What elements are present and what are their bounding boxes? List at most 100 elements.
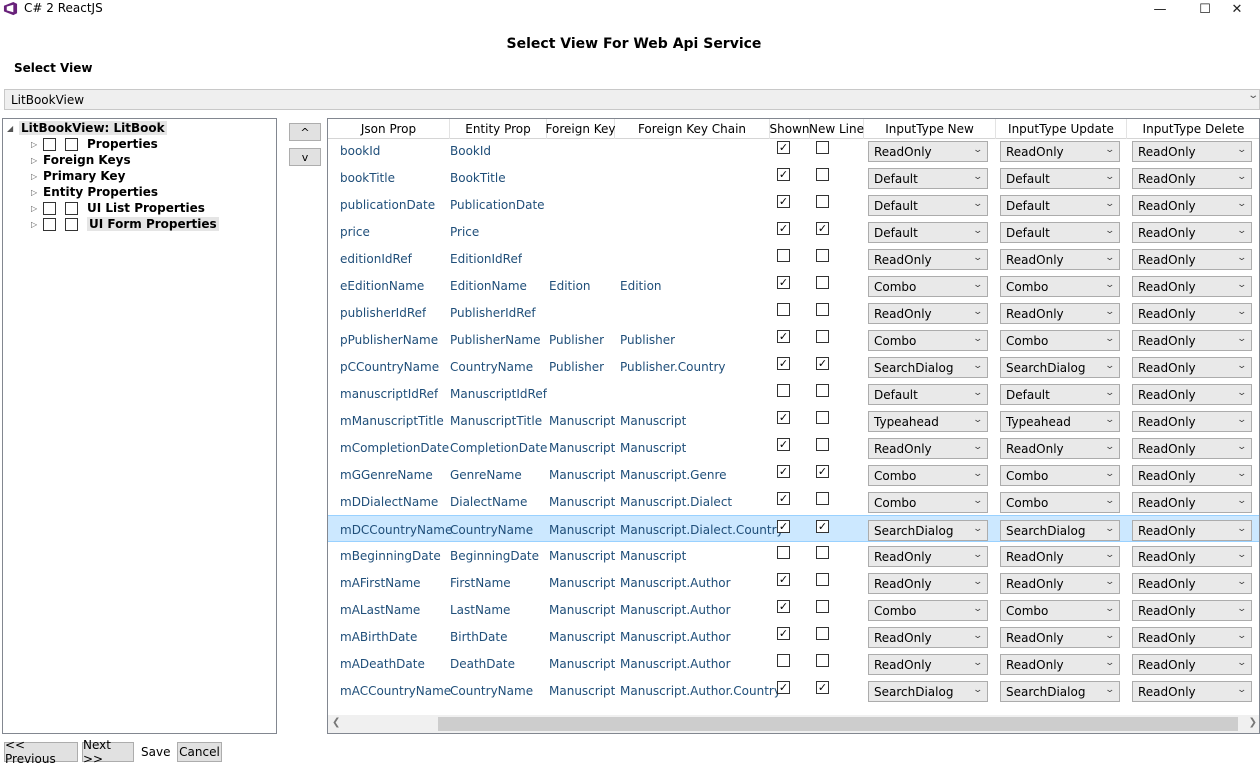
table-row[interactable]: mDCCountryName CountryName Manuscript Manus… — [328, 515, 1259, 542]
input-type-delete-select[interactable]: ReadOnly ⌄ — [1132, 222, 1252, 243]
input-type-delete-select[interactable]: ReadOnly ⌄ — [1132, 276, 1252, 297]
input-type-delete-select[interactable]: ReadOnly ⌄ — [1132, 627, 1252, 648]
input-type-new-select[interactable]: ReadOnly ⌄ — [868, 303, 988, 324]
column-header[interactable]: Entity Prop — [450, 119, 547, 139]
new-line-checkbox[interactable] — [816, 141, 829, 154]
new-line-checkbox[interactable] — [816, 249, 829, 262]
cancel-button[interactable]: Cancel — [177, 742, 222, 762]
input-type-new-select[interactable]: Default ⌄ — [868, 195, 988, 216]
tree-item-checkbox[interactable] — [65, 137, 78, 151]
new-line-checkbox[interactable] — [816, 546, 829, 559]
new-line-checkbox[interactable]: ✓ — [816, 357, 829, 370]
next-button[interactable]: Next >> — [82, 738, 134, 766]
input-type-update-select[interactable]: ReadOnly ⌄ — [1000, 573, 1120, 594]
input-type-update-select[interactable]: Default ⌄ — [1000, 195, 1120, 216]
table-row[interactable]: bookTitle BookTitle ✓ Default ⌄ Default ⌄ ReadO… — [328, 164, 1259, 191]
new-line-checkbox[interactable] — [816, 276, 829, 289]
tree-item[interactable]: ▷ Properties — [31, 136, 158, 152]
input-type-new-select[interactable]: ReadOnly ⌄ — [868, 573, 988, 594]
tree-item-checkbox[interactable] — [65, 201, 78, 215]
shown-checkbox[interactable] — [777, 384, 790, 397]
table-row[interactable]: price Price ✓ ✓ Default ⌄ Default ⌄ ReadOnly ⌄ — [328, 218, 1259, 245]
shown-checkbox[interactable] — [777, 249, 790, 262]
input-type-new-select[interactable]: ReadOnly ⌄ — [868, 438, 988, 459]
input-type-delete-select[interactable]: ReadOnly ⌄ — [1132, 141, 1252, 162]
tree-item-checkbox[interactable] — [65, 217, 78, 231]
table-row[interactable]: mGGenreName GenreName Manuscript Manuscript… — [328, 461, 1259, 488]
table-row[interactable]: mABirthDate BirthDate Manuscript Manuscript… — [328, 623, 1259, 650]
input-type-update-select[interactable]: ReadOnly ⌄ — [1000, 438, 1120, 459]
table-row[interactable]: publicationDate PublicationDate ✓ Default ⌄ D… — [328, 191, 1259, 218]
previous-button[interactable]: << Previous — [4, 738, 78, 766]
input-type-update-select[interactable]: ReadOnly ⌄ — [1000, 546, 1120, 567]
input-type-delete-select[interactable]: ReadOnly ⌄ — [1132, 600, 1252, 621]
column-header[interactable]: Shown — [770, 119, 810, 139]
table-row[interactable]: editionIdRef EditionIdRef ReadOnly ⌄ ReadOnl… — [328, 245, 1259, 272]
input-type-delete-select[interactable]: ReadOnly ⌄ — [1132, 546, 1252, 567]
shown-checkbox[interactable]: ✓ — [777, 492, 790, 505]
shown-checkbox[interactable]: ✓ — [777, 357, 790, 370]
tree-item[interactable]: ▷ Foreign Keys — [31, 152, 131, 168]
shown-checkbox[interactable]: ✓ — [777, 222, 790, 235]
table-row[interactable]: mACCountryName CountryName Manuscript Manus… — [328, 677, 1259, 704]
column-header[interactable]: Foreign Key Chain — [615, 119, 770, 139]
scroll-left-icon[interactable]: ❮ — [332, 717, 340, 728]
input-type-delete-select[interactable]: ReadOnly ⌄ — [1132, 492, 1252, 513]
tree-collapsed-arrow-icon[interactable]: ▷ — [31, 140, 43, 149]
input-type-new-select[interactable]: Combo ⌄ — [868, 600, 988, 621]
input-type-update-select[interactable]: SearchDialog ⌄ — [1000, 681, 1120, 702]
tree-collapsed-arrow-icon[interactable]: ▷ — [31, 204, 43, 213]
properties-grid[interactable]: Json Prop Entity Prop Foreign Key Foreign K… — [327, 118, 1260, 734]
new-line-checkbox[interactable] — [816, 600, 829, 613]
tree-item[interactable]: ▷ Entity Properties — [31, 184, 158, 200]
input-type-delete-select[interactable]: ReadOnly ⌄ — [1132, 681, 1252, 702]
table-row[interactable]: eEditionName EditionName Edition Edition ✓ Co… — [328, 272, 1259, 299]
input-type-new-select[interactable]: Default ⌄ — [868, 222, 988, 243]
move-down-button[interactable]: v — [289, 148, 321, 166]
tree-item[interactable]: ▷ Primary Key — [31, 168, 125, 184]
column-header[interactable]: InputType Update — [996, 119, 1127, 139]
new-line-checkbox[interactable] — [816, 330, 829, 343]
input-type-new-select[interactable]: Combo ⌄ — [868, 330, 988, 351]
shown-checkbox[interactable]: ✓ — [777, 627, 790, 640]
properties-tree[interactable]: ◢ LitBookView: LitBook ▷ Properties ▷ Forei… — [2, 118, 277, 734]
input-type-delete-select[interactable]: ReadOnly ⌄ — [1132, 573, 1252, 594]
input-type-delete-select[interactable]: ReadOnly ⌄ — [1132, 654, 1252, 675]
input-type-update-select[interactable]: SearchDialog ⌄ — [1000, 520, 1120, 541]
shown-checkbox[interactable]: ✓ — [777, 600, 790, 613]
table-row[interactable]: mManuscriptTitle ManuscriptTitle Manuscrip… — [328, 407, 1259, 434]
input-type-update-select[interactable]: Combo ⌄ — [1000, 600, 1120, 621]
input-type-delete-select[interactable]: ReadOnly ⌄ — [1132, 438, 1252, 459]
shown-checkbox[interactable]: ✓ — [777, 276, 790, 289]
input-type-update-select[interactable]: Typeahead ⌄ — [1000, 411, 1120, 432]
new-line-checkbox[interactable] — [816, 195, 829, 208]
input-type-delete-select[interactable]: ReadOnly ⌄ — [1132, 384, 1252, 405]
table-row[interactable]: pCCountryName CountryName Publisher Publish… — [328, 353, 1259, 380]
input-type-update-select[interactable]: Combo ⌄ — [1000, 330, 1120, 351]
shown-checkbox[interactable]: ✓ — [777, 330, 790, 343]
column-header[interactable]: Foreign Key — [546, 119, 616, 139]
shown-checkbox[interactable]: ✓ — [777, 195, 790, 208]
input-type-new-select[interactable]: Combo ⌄ — [868, 465, 988, 486]
input-type-new-select[interactable]: Combo ⌄ — [868, 276, 988, 297]
new-line-checkbox[interactable] — [816, 492, 829, 505]
move-up-button[interactable]: ^ — [289, 123, 321, 141]
new-line-checkbox[interactable] — [816, 438, 829, 451]
table-row[interactable]: mALastName LastName Manuscript Manuscript.A… — [328, 596, 1259, 623]
input-type-update-select[interactable]: ReadOnly ⌄ — [1000, 627, 1120, 648]
input-type-delete-select[interactable]: ReadOnly ⌄ — [1132, 168, 1252, 189]
input-type-delete-select[interactable]: ReadOnly ⌄ — [1132, 303, 1252, 324]
shown-checkbox[interactable]: ✓ — [777, 573, 790, 586]
new-line-checkbox[interactable]: ✓ — [816, 681, 829, 694]
tree-collapsed-arrow-icon[interactable]: ▷ — [31, 172, 43, 181]
minimize-button[interactable]: — — [1137, 0, 1183, 18]
input-type-update-select[interactable]: Combo ⌄ — [1000, 465, 1120, 486]
input-type-delete-select[interactable]: ReadOnly ⌄ — [1132, 249, 1252, 270]
tree-collapsed-arrow-icon[interactable]: ▷ — [31, 220, 43, 229]
input-type-delete-select[interactable]: ReadOnly ⌄ — [1132, 465, 1252, 486]
table-row[interactable]: manuscriptIdRef ManuscriptIdRef Default ⌄ De… — [328, 380, 1259, 407]
input-type-new-select[interactable]: Default ⌄ — [868, 384, 988, 405]
view-select[interactable]: LitBookView ⌄ — [4, 89, 1260, 110]
shown-checkbox[interactable]: ✓ — [777, 141, 790, 154]
new-line-checkbox[interactable] — [816, 411, 829, 424]
